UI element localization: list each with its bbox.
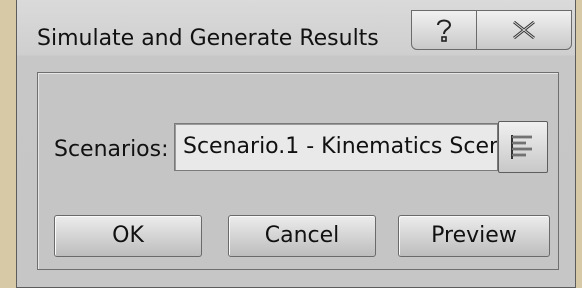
close-button[interactable]: [476, 10, 572, 50]
scenario-field[interactable]: Scenario.1 - Kinematics Scenario: [174, 123, 498, 171]
ok-button[interactable]: OK: [54, 215, 202, 257]
simulate-dialog: Simulate and Generate Results Scenarios:…: [16, 0, 576, 288]
close-x-icon: [513, 20, 535, 40]
list-icon: [511, 135, 532, 159]
question-mark-icon: [437, 19, 452, 42]
help-button[interactable]: [411, 10, 477, 50]
dialog-title: Simulate and Generate Results: [37, 26, 379, 51]
scenarios-label: Scenarios:: [54, 137, 169, 162]
preview-button[interactable]: Preview: [398, 215, 550, 257]
scenario-list-button[interactable]: [498, 121, 548, 173]
scenario-panel: Scenarios: Scenario.1 - Kinematics Scena…: [37, 72, 559, 270]
cancel-button[interactable]: Cancel: [228, 215, 376, 257]
